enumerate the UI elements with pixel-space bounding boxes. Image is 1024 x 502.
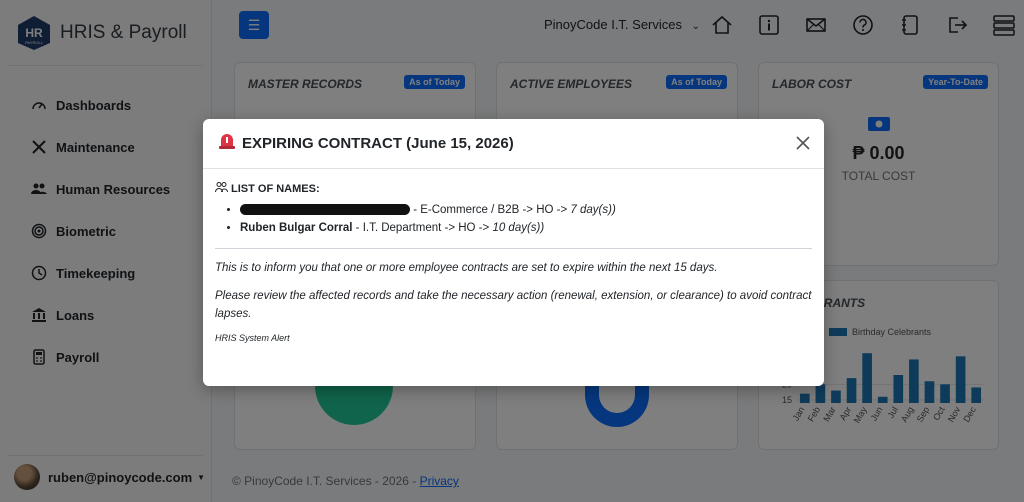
entry-days: 7 day(s)) <box>570 204 616 216</box>
system-signature: HRIS System Alert <box>215 333 290 343</box>
entry-detail: - I.T. Department -> HO -> <box>352 222 493 234</box>
expiring-contract-modal: EXPIRING CONTRACT (June 15, 2026) LIST O… <box>203 119 824 386</box>
close-button[interactable] <box>794 134 812 152</box>
entry-detail: - E-Commerce / B2B -> HO -> <box>410 204 571 216</box>
close-icon <box>796 136 810 150</box>
entry-days: 10 day(s)) <box>492 222 545 234</box>
list-header-label: LIST OF NAMES: <box>231 182 320 195</box>
modal-title: EXPIRING CONTRACT (June 15, 2026) <box>242 135 514 152</box>
employee-name: Ruben Bulgar Corral <box>240 222 353 234</box>
redacted-name <box>240 204 410 216</box>
list-header: LIST OF NAMES: <box>215 181 812 196</box>
list-item: Ruben Bulgar Corral - I.T. Department ->… <box>240 219 812 237</box>
modal-header: EXPIRING CONTRACT (June 15, 2026) <box>203 119 824 169</box>
alarm-siren-icon <box>217 131 237 156</box>
notice-paragraph: This is to inform you that one or more e… <box>215 262 718 274</box>
modal-body: LIST OF NAMES: - E-Commerce / B2B -> HO … <box>203 169 824 343</box>
action-paragraph: Please review the affected records and t… <box>215 290 812 320</box>
names-list: - E-Commerce / B2B -> HO -> 7 day(s)) Ru… <box>215 201 812 237</box>
divider <box>215 248 812 249</box>
list-item: - E-Commerce / B2B -> HO -> 7 day(s)) <box>240 201 812 219</box>
people-icon <box>215 181 228 196</box>
